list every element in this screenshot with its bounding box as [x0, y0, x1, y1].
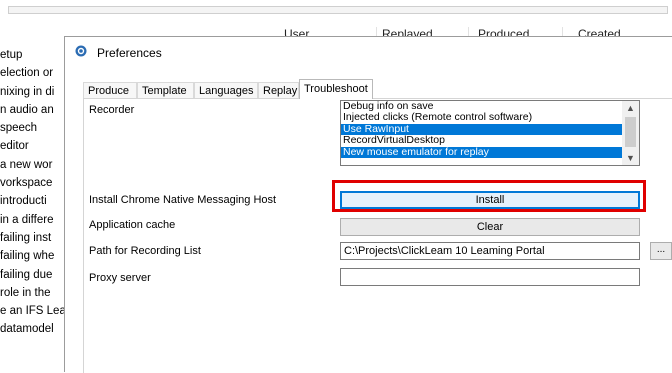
- list-item[interactable]: speech: [0, 119, 70, 137]
- tab-produce[interactable]: Produce: [83, 82, 137, 98]
- list-item[interactable]: n audio an: [0, 101, 70, 119]
- preferences-app-icon: [75, 45, 87, 57]
- tab-languages[interactable]: Languages: [194, 82, 258, 98]
- list-item[interactable]: etup: [0, 46, 70, 64]
- install-highlight-box: [332, 180, 646, 212]
- list-item[interactable]: nixing in di: [0, 83, 70, 101]
- scrollbar-thumb[interactable]: [625, 117, 636, 147]
- clear-cache-button[interactable]: Clear: [340, 218, 640, 236]
- chevron-up-icon[interactable]: ▲: [622, 101, 639, 115]
- list-item[interactable]: introducti: [0, 192, 70, 210]
- proxy-server-field[interactable]: [340, 268, 640, 286]
- recorder-option[interactable]: RecordVirtualDesktop: [341, 134, 623, 146]
- list-item[interactable]: a new wor: [0, 156, 70, 174]
- recorder-option-selected[interactable]: New mouse emulator for replay: [341, 146, 623, 158]
- background-window: [0, 0, 672, 28]
- list-item[interactable]: failing whe: [0, 247, 70, 265]
- proxy-label: Proxy server: [89, 272, 151, 284]
- tab-troubleshoot[interactable]: Troubleshoot: [299, 79, 373, 99]
- list-item[interactable]: datamodel: [0, 320, 70, 338]
- recording-list-path-field[interactable]: C:\Projects\ClickLeam 10 Leaming Portal: [340, 242, 640, 260]
- recorder-label: Recorder: [89, 104, 135, 116]
- native-host-label: Install Chrome Native Messaging Host: [89, 194, 277, 206]
- tab-template[interactable]: Template: [137, 82, 194, 98]
- dialog-title-bar[interactable]: Preferences: [65, 37, 672, 67]
- list-item[interactable]: failing due: [0, 266, 70, 284]
- list-item[interactable]: role in the: [0, 284, 70, 302]
- horizontal-scrollbar[interactable]: [8, 6, 668, 14]
- cache-label: Application cache: [89, 219, 176, 231]
- list-item[interactable]: in a differe: [0, 211, 70, 229]
- background-item-list: etup election or nixing in di n audio an…: [0, 46, 71, 371]
- recorder-options-listbox[interactable]: Debug info on save Injected clicks (Remo…: [340, 100, 640, 166]
- dialog-title: Preferences: [97, 46, 162, 60]
- list-item[interactable]: failing inst: [0, 229, 70, 247]
- browse-button[interactable]: ...: [650, 242, 672, 260]
- chevron-down-icon[interactable]: ▼: [622, 151, 639, 165]
- tab-replay[interactable]: Replay: [258, 82, 299, 98]
- list-item[interactable]: vorkspace: [0, 174, 70, 192]
- list-item[interactable]: election or: [0, 64, 70, 82]
- list-item[interactable]: editor: [0, 137, 70, 155]
- listbox-scrollbar[interactable]: ▲ ▼: [622, 101, 639, 165]
- list-item[interactable]: e an IFS Lea: [0, 302, 70, 320]
- path-label: Path for Recording List: [89, 245, 201, 257]
